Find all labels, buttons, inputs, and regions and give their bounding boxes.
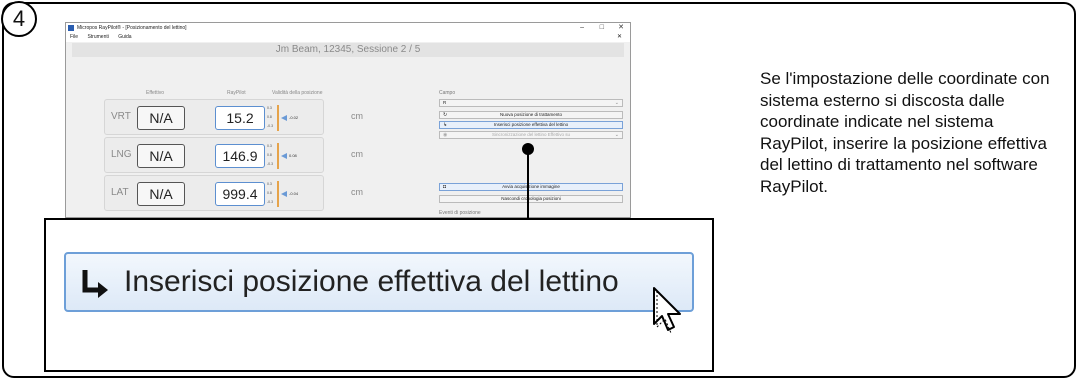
menu-bar: File Strumenti Guida ✕ bbox=[66, 33, 630, 42]
window-title: Micropos RayPilot® - [Posizionamento del… bbox=[77, 25, 187, 31]
callout-line bbox=[527, 150, 529, 220]
chevron-down-icon: ⌄ bbox=[614, 100, 619, 106]
campo-label: Campo bbox=[439, 90, 456, 96]
unit-label: cm bbox=[351, 149, 363, 159]
deviation-marker bbox=[281, 153, 287, 159]
close-icon[interactable]: ✕ bbox=[618, 23, 624, 33]
col-validita: Validità della posizione bbox=[272, 90, 323, 96]
coord-row-lng: LNG N/A 146.9 0.3 0.8 -0.3 0.08 cm bbox=[104, 137, 363, 173]
raypilot-value: 15.2 bbox=[215, 106, 265, 130]
unit-label: cm bbox=[351, 111, 363, 121]
menu-strumenti[interactable]: Strumenti bbox=[87, 34, 108, 40]
validity-scale: 0.3 0.8 -0.3 bbox=[267, 106, 274, 128]
acquisition-button[interactable]: ◘ Avvia acquisizione immagine bbox=[439, 183, 623, 191]
minimize-icon[interactable]: – bbox=[580, 23, 584, 33]
mouse-cursor-icon bbox=[653, 287, 681, 334]
zoom-button-label: Inserisci posizione effettiva del lettin… bbox=[124, 265, 619, 298]
step-description: Se l'impostazione delle coordinate con s… bbox=[760, 69, 1050, 196]
validity-gauge bbox=[277, 143, 279, 169]
zoom-callout: Inserisci posizione effettiva del lettin… bbox=[44, 218, 714, 372]
deviation-value: -0.04 bbox=[289, 191, 299, 196]
axis-label: LAT bbox=[111, 187, 129, 198]
axis-label: VRT bbox=[111, 111, 131, 122]
chevron-down-icon: ⌄ bbox=[614, 132, 619, 138]
validity-gauge bbox=[277, 181, 279, 207]
eye-icon: ◉ bbox=[443, 132, 448, 138]
deviation-marker bbox=[281, 191, 287, 197]
callout-dot bbox=[522, 143, 534, 155]
coord-row-vrt: VRT N/A 15.2 0.3 0.8 -0.3 -0.02 cm bbox=[104, 99, 363, 135]
camera-icon: ◘ bbox=[443, 184, 447, 190]
insert-position-button[interactable]: ↳ Inserisci posizione effettiva del lett… bbox=[439, 121, 623, 129]
campo-value: R bbox=[443, 100, 447, 105]
deviation-marker bbox=[281, 115, 287, 121]
menu-close-icon[interactable]: ✕ bbox=[617, 33, 622, 42]
raypilot-screenshot: Micropos RayPilot® - [Posizionamento del… bbox=[65, 22, 631, 218]
validity-gauge bbox=[277, 105, 279, 131]
eventi-label: Eventi di posizione bbox=[439, 210, 481, 216]
refresh-icon: ↻ bbox=[443, 112, 448, 118]
turn-arrow-icon: ↳ bbox=[443, 122, 448, 128]
effettivo-value: N/A bbox=[137, 182, 185, 206]
unit-label: cm bbox=[351, 187, 363, 197]
coord-row-lat: LAT N/A 999.4 0.3 0.8 -0.3 -0.04 cm bbox=[104, 175, 363, 211]
axis-label: LNG bbox=[111, 149, 132, 160]
campo-select[interactable]: R ⌄ bbox=[439, 99, 623, 107]
effettivo-value: N/A bbox=[137, 144, 185, 168]
deviation-value: 0.08 bbox=[289, 153, 297, 158]
effettivo-value: N/A bbox=[137, 106, 185, 130]
menu-file[interactable]: File bbox=[70, 34, 78, 40]
validity-scale: 0.3 0.8 -0.3 bbox=[267, 182, 274, 204]
raypilot-value: 999.4 bbox=[215, 182, 265, 206]
sync-couch-button[interactable]: ◉ Sincronizzazione del lettino Effettivo… bbox=[439, 131, 623, 139]
step-number: 4 bbox=[1, 1, 37, 37]
hide-history-button[interactable]: Nascondi cronologia posizioni bbox=[439, 195, 623, 203]
menu-guida[interactable]: Guida bbox=[118, 34, 131, 40]
new-position-button[interactable]: ↻ Nuova posizione di trattamento bbox=[439, 111, 623, 119]
maximize-icon[interactable]: □ bbox=[600, 23, 604, 33]
col-effettivo: Effettivo bbox=[146, 90, 164, 96]
app-icon bbox=[68, 25, 74, 31]
validity-scale: 0.3 0.8 -0.3 bbox=[267, 144, 274, 166]
turn-arrow-icon bbox=[82, 270, 108, 298]
raypilot-value: 146.9 bbox=[215, 144, 265, 168]
deviation-value: -0.02 bbox=[289, 115, 299, 120]
insert-position-button-zoomed[interactable]: Inserisci posizione effettiva del lettin… bbox=[64, 252, 694, 312]
window-titlebar: Micropos RayPilot® - [Posizionamento del… bbox=[66, 23, 630, 33]
session-bar: Jm Beam, 12345, Sessione 2 / 5 bbox=[72, 43, 624, 57]
col-raypilot: RayPilot bbox=[227, 90, 246, 96]
